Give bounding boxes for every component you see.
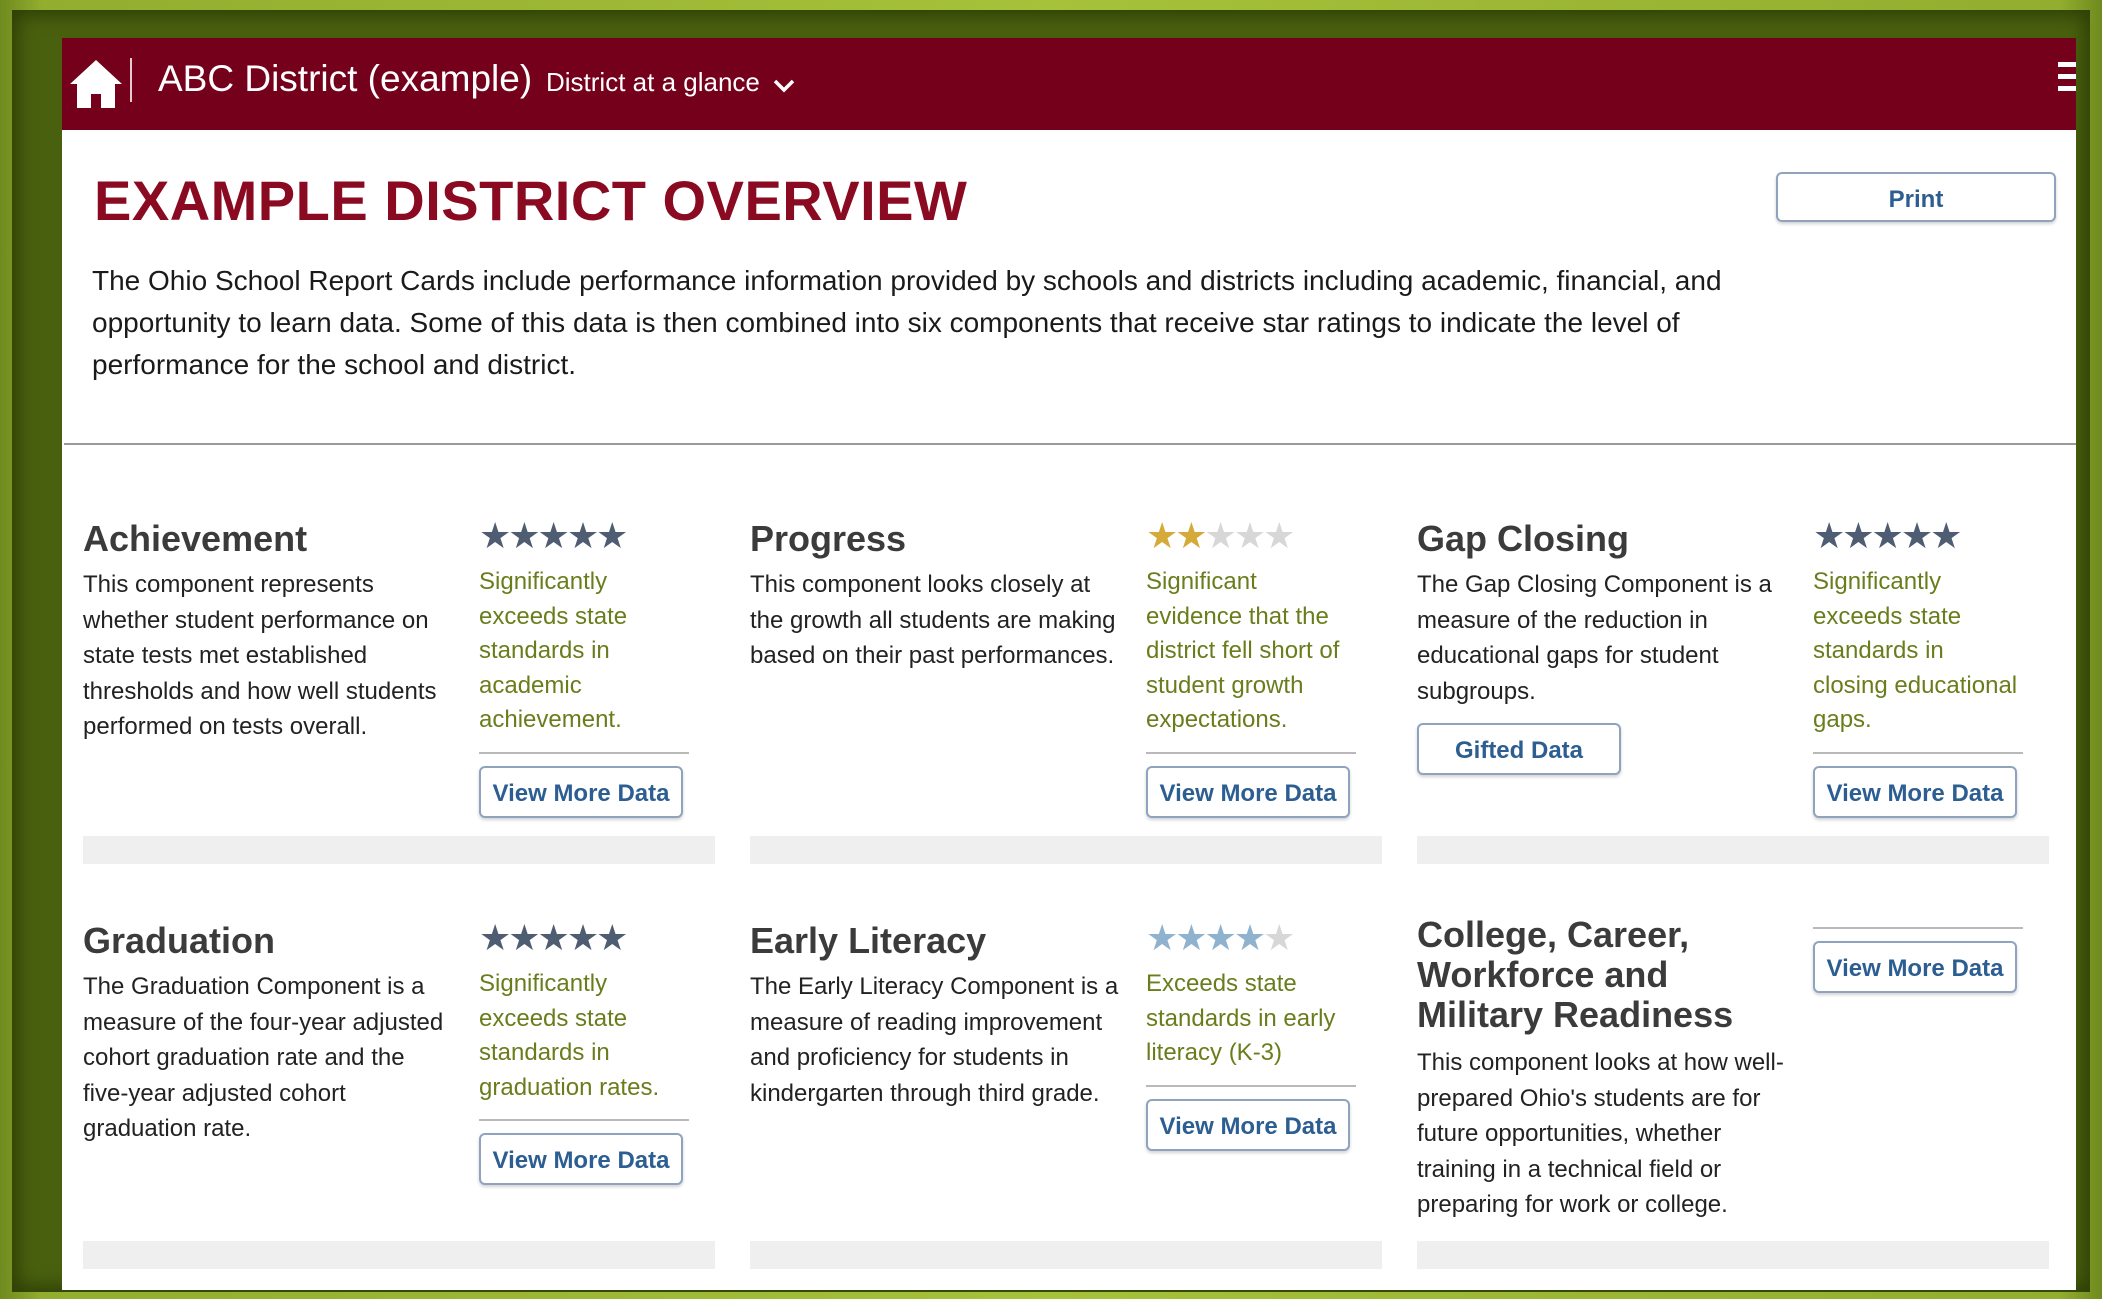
view-selector-label: District at a glance	[546, 67, 760, 97]
star-rating: ★★★★★	[479, 917, 628, 958]
component-title: Achievement	[83, 518, 308, 559]
rating-divider	[1146, 751, 1356, 754]
district-name: ABC District (example)	[158, 58, 533, 99]
component-description: The Graduation Component is a measure of…	[83, 973, 444, 1142]
rating-text: Exceeds state standards in early literac…	[1146, 970, 1336, 1066]
view-more-data-button[interactable]: View More Data	[1813, 941, 2017, 993]
rating-text: Significantly exceeds state standards in…	[479, 970, 660, 1101]
component-title: Progress	[750, 518, 907, 559]
card-footer	[83, 836, 715, 864]
component-title: Graduation	[83, 920, 276, 961]
rating-text: Significant evidence that the district f…	[1146, 568, 1340, 733]
component-description: The Gap Closing Component is a measure o…	[1417, 571, 1772, 705]
top-navigation-bar: ABC District (example) District at a gla…	[62, 38, 2076, 130]
view-more-data-button[interactable]: View More Data	[479, 1133, 683, 1185]
rating-text: Significantly exceeds state standards in…	[479, 568, 628, 733]
card-footer	[83, 1241, 715, 1269]
rating-divider	[479, 1119, 689, 1121]
view-more-data-button[interactable]: View More Data	[479, 765, 683, 818]
view-selector[interactable]: District at a glance	[546, 67, 795, 100]
component-description: This component represents whether studen…	[83, 571, 437, 740]
page-title: EXAMPLE DISTRICT OVERVIEW	[94, 169, 968, 232]
card-footer	[1417, 836, 2049, 864]
component-description: The Early Literacy Component is a measur…	[750, 973, 1119, 1107]
view-more-data-button[interactable]: View More Data	[1146, 1098, 1350, 1151]
report-card-page: ABC District (example) District at a gla…	[62, 38, 2076, 1290]
component-title: Gap Closing	[1417, 518, 1630, 559]
star-rating: ★★★★★	[479, 515, 628, 556]
star-rating: ★★★★★	[1813, 515, 1962, 556]
section-divider	[64, 443, 2076, 445]
component-title: Early Literacy	[750, 920, 987, 961]
rating-divider	[1146, 1084, 1356, 1087]
nav-separator	[130, 58, 132, 102]
view-more-data-button[interactable]: View More Data	[1146, 765, 1350, 818]
rating-divider	[479, 751, 689, 754]
rating-text: Significantly exceeds state standards in…	[1813, 568, 2018, 733]
rating-divider	[1813, 751, 2023, 754]
card-footer	[750, 836, 1382, 864]
hamburger-menu-icon[interactable]	[2058, 62, 2076, 102]
rating-divider	[1813, 927, 2023, 929]
card-footer	[750, 1241, 1382, 1269]
component-description: This component looks closely at the grow…	[750, 571, 1116, 669]
card-footer	[1417, 1241, 2049, 1269]
intro-paragraph: The Ohio School Report Cards include per…	[92, 265, 1722, 380]
component-title: College, Career, Workforce and Military …	[1417, 914, 1734, 1035]
component-description: This component looks at how well-prepare…	[1417, 1049, 1784, 1218]
gifted-data-button[interactable]: Gifted Data	[1417, 723, 1621, 775]
chevron-down-icon	[773, 69, 795, 100]
star-rating: ★★★★★	[1146, 917, 1295, 958]
view-more-data-button[interactable]: View More Data	[1813, 765, 2017, 818]
home-icon[interactable]	[66, 54, 126, 114]
print-button[interactable]: Print	[1776, 172, 2056, 222]
star-rating: ★★★★★	[1146, 515, 1295, 556]
